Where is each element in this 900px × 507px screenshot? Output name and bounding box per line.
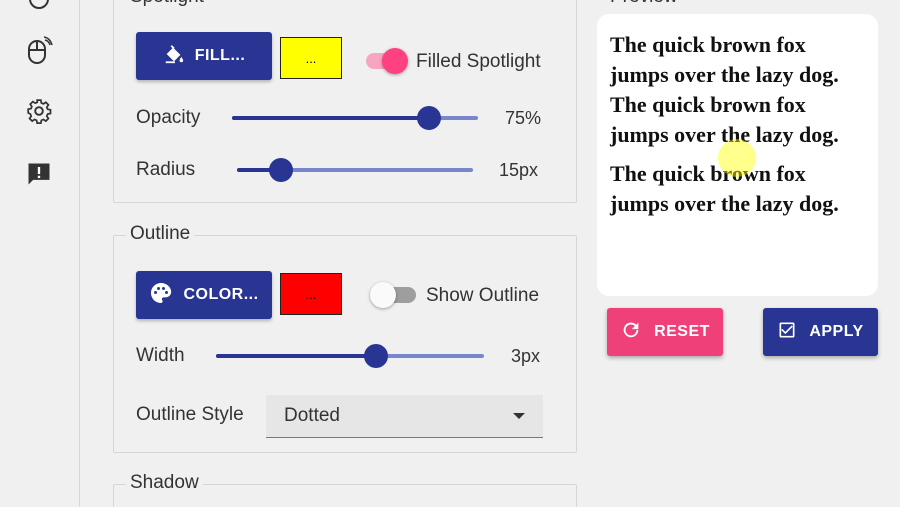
preview-paragraph: The quick brown fox jumps over the lazy …	[610, 32, 839, 87]
preview-panel: The quick brown fox jumps over the lazy …	[597, 14, 878, 296]
opacity-slider-thumb[interactable]	[417, 106, 441, 130]
width-slider[interactable]	[216, 344, 484, 368]
opacity-slider[interactable]	[232, 106, 478, 130]
top-partial-icon[interactable]	[22, 0, 56, 16]
filled-spotlight-toggle[interactable]	[366, 48, 408, 74]
reset-button[interactable]: RESET	[607, 308, 723, 356]
apply-button-label: APPLY	[809, 323, 864, 340]
fill-button-label: FILL...	[194, 47, 246, 64]
spotlight-legend: Spotlight	[126, 0, 208, 8]
show-outline-label: Show Outline	[426, 285, 540, 306]
preview-paragraph: The quick brown fox jumps over the lazy …	[610, 161, 839, 216]
preview-title: Preview	[610, 0, 678, 8]
apply-button[interactable]: APPLY	[763, 308, 878, 356]
radius-label: Radius	[136, 159, 196, 180]
fill-button[interactable]: FILL...	[136, 32, 272, 80]
radius-slider-thumb[interactable]	[269, 158, 293, 182]
opacity-label: Opacity	[136, 107, 201, 128]
checkbox-icon	[777, 320, 797, 345]
filled-spotlight-label: Filled Spotlight	[416, 51, 541, 72]
spotlight-color-swatch[interactable]: ...	[280, 37, 342, 79]
outline-style-select[interactable]: Dotted	[266, 395, 543, 438]
opacity-value: 75%	[505, 108, 542, 128]
toggle-knob	[382, 48, 408, 74]
outline-color-swatch[interactable]: ...	[280, 273, 342, 315]
outline-legend: Outline	[126, 223, 195, 245]
spotlight-swatch-label: ...	[305, 50, 317, 66]
width-slider-thumb[interactable]	[364, 344, 388, 368]
outline-style-label: Outline Style	[136, 404, 244, 425]
toggle-knob	[370, 282, 396, 308]
width-label: Width	[136, 345, 185, 366]
shadow-legend: Shadow	[126, 472, 203, 494]
width-value: 3px	[511, 346, 541, 366]
outline-color-button[interactable]: COLOR...	[136, 271, 272, 319]
settings-gear-icon[interactable]	[22, 94, 56, 128]
outline-style-value: Dotted	[284, 405, 340, 426]
reset-button-label: RESET	[654, 323, 710, 340]
left-rail	[0, 0, 80, 507]
mouse-icon[interactable]	[22, 34, 56, 68]
width-slider-fill	[216, 354, 376, 358]
radius-slider[interactable]	[237, 158, 473, 182]
opacity-slider-fill	[232, 116, 429, 120]
radius-value: 15px	[499, 160, 539, 180]
palette-icon	[149, 281, 173, 310]
chevron-down-icon	[513, 413, 525, 419]
outline-color-button-label: COLOR...	[183, 286, 259, 303]
paint-bucket-icon	[163, 43, 185, 70]
preview-paragraph: The quick brown fox jumps over the lazy …	[610, 92, 839, 147]
feedback-icon[interactable]	[22, 157, 56, 191]
refresh-icon	[620, 319, 642, 346]
shadow-group: Shadow	[113, 472, 577, 507]
show-outline-toggle[interactable]	[370, 282, 416, 308]
outline-swatch-label: ...	[305, 286, 317, 302]
